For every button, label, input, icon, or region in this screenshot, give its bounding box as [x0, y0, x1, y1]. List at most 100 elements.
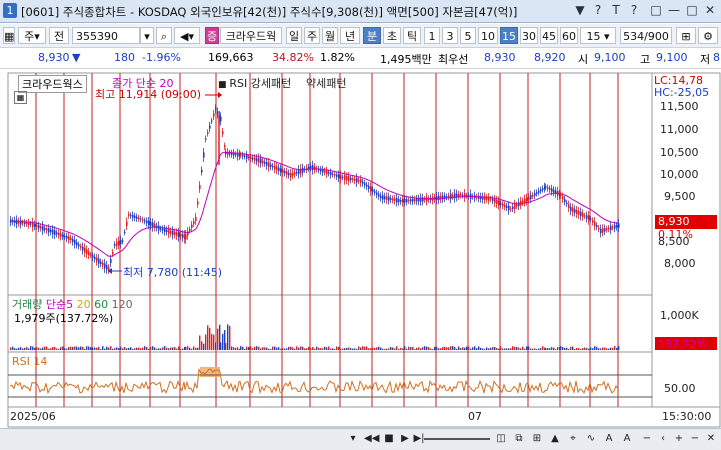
- legend-rsi-weak[interactable]: 약세패턴: [306, 75, 346, 91]
- interval-15[interactable]: 15: [500, 27, 518, 44]
- restore-icon[interactable]: □: [648, 3, 664, 18]
- volume-bar: [484, 348, 486, 350]
- legend-rsi-pattern[interactable]: ■ RSI 강세패턴: [218, 75, 291, 91]
- zoom-in-icon[interactable]: +: [672, 432, 686, 446]
- font-icon[interactable]: A: [602, 432, 616, 446]
- stop-icon[interactable]: ■: [382, 432, 396, 446]
- x-label-start: 2025/06: [10, 410, 56, 423]
- minus-icon[interactable]: −: [688, 432, 702, 446]
- candle-body: [172, 230, 174, 236]
- volume-bar: [229, 325, 231, 350]
- volume-bar: [182, 348, 184, 350]
- question-icon[interactable]: ?: [626, 3, 642, 18]
- market-select[interactable]: 주▾: [18, 27, 46, 44]
- candle-body: [26, 222, 28, 225]
- crosshair-icon[interactable]: ⊞: [530, 432, 544, 446]
- volume-bar: [328, 346, 330, 350]
- interval-10[interactable]: 10: [478, 27, 498, 44]
- market-value[interactable]: 전: [49, 27, 69, 44]
- legend-rsi[interactable]: RSI 14: [12, 355, 47, 368]
- interval-1[interactable]: 1: [424, 27, 440, 44]
- interval-30[interactable]: 30: [520, 27, 538, 44]
- calendar-icon[interactable]: ▦: [14, 91, 27, 104]
- trend-icon[interactable]: ∿: [584, 432, 598, 446]
- play-icon[interactable]: ▶: [398, 432, 412, 446]
- volume-bar: [422, 347, 424, 350]
- chart-canvas[interactable]: [0, 69, 721, 428]
- volume-bar: [540, 348, 542, 350]
- tab-year[interactable]: 년: [340, 27, 360, 44]
- volume-bar: [610, 347, 612, 350]
- fit-icon[interactable]: ◫: [494, 432, 508, 446]
- code-dropdown-icon[interactable]: ▾: [140, 27, 154, 44]
- candle-body: [618, 223, 620, 228]
- candle-body: [280, 168, 282, 173]
- tab-week[interactable]: 주: [304, 27, 320, 44]
- zoom-out-icon[interactable]: −: [640, 432, 654, 446]
- candle-body: [166, 229, 168, 233]
- candle-body: [342, 176, 344, 178]
- legend-stock-name[interactable]: 크라우드웍스: [18, 75, 87, 93]
- maximize-chart-icon[interactable]: ✕: [704, 432, 718, 446]
- tab-minute[interactable]: 분: [363, 27, 381, 44]
- candle-body: [286, 171, 288, 175]
- split-icon[interactable]: ⊞: [676, 27, 696, 44]
- zoom-slider[interactable]: [424, 438, 490, 440]
- interval-60[interactable]: 60: [560, 27, 578, 44]
- close-icon[interactable]: ✕: [702, 3, 718, 18]
- code-input[interactable]: 355390: [72, 27, 140, 44]
- rewind-icon[interactable]: ◀◀: [364, 432, 379, 446]
- candle-body: [104, 263, 106, 269]
- help-icon[interactable]: ?: [590, 3, 606, 18]
- volume-value-text: 1,979주(137.72%): [14, 312, 114, 325]
- interval-45[interactable]: 45: [540, 27, 558, 44]
- volume-bar: [602, 347, 604, 350]
- candle-body: [256, 158, 258, 162]
- volume-bar: [150, 346, 152, 350]
- volume-bar: [418, 347, 420, 350]
- grid-icon[interactable]: ▦: [3, 27, 15, 44]
- text-icon[interactable]: T: [608, 3, 624, 18]
- interval-combo[interactable]: 15 ▾: [580, 27, 616, 44]
- chart-area[interactable]: 크라우드웍스 종가 단순 20 ■ RSI 강세패턴 약세패턴 ▦ 최고 11,…: [0, 69, 721, 430]
- volume-bar: [178, 346, 180, 350]
- minimize-icon[interactable]: —: [666, 3, 682, 18]
- volume-bar: [86, 346, 88, 350]
- candle-body: [144, 220, 146, 222]
- volume-bar: [462, 347, 464, 350]
- scroll-left-icon[interactable]: ‹: [656, 432, 670, 446]
- settings-icon[interactable]: ⚙: [698, 27, 718, 44]
- change-amount: 180: [114, 51, 135, 64]
- tab-second[interactable]: 초: [383, 27, 401, 44]
- candle-body: [182, 234, 184, 238]
- tab-tick[interactable]: 틱: [403, 27, 421, 44]
- volume-bar: [30, 346, 32, 350]
- interval-5[interactable]: 5: [460, 27, 476, 44]
- volume-bar: [490, 347, 492, 350]
- tool-icon[interactable]: ⌖: [566, 432, 580, 446]
- volume-bar: [252, 348, 254, 350]
- copy-icon[interactable]: ⧉: [512, 432, 526, 446]
- volume-bar: [48, 348, 50, 350]
- volume-bar: [16, 348, 18, 350]
- stock-tag[interactable]: 증: [205, 27, 219, 44]
- volume-bar: [64, 348, 66, 350]
- tab-month[interactable]: 월: [322, 27, 338, 44]
- draw-icon[interactable]: ▲: [548, 432, 562, 446]
- volume-bar: [120, 346, 122, 350]
- volume-bar: [76, 346, 78, 350]
- speaker-icon[interactable]: ◀▾: [174, 27, 200, 44]
- interval-3[interactable]: 3: [442, 27, 458, 44]
- candle-body: [140, 218, 142, 220]
- tab-day[interactable]: 일: [286, 27, 302, 44]
- candle-body: [328, 172, 330, 174]
- candle-body: [588, 215, 590, 221]
- search-icon[interactable]: ⌕: [156, 27, 172, 44]
- price-info-row: 8,930 ▼ 180 -1.96% 169,663 34.82% 1.82% …: [0, 48, 721, 69]
- scroll-start-icon[interactable]: ▾: [346, 432, 360, 446]
- text-tool-icon[interactable]: A: [620, 432, 634, 446]
- candle-body: [24, 222, 26, 225]
- candle-body: [102, 262, 104, 266]
- maximize-icon[interactable]: □: [684, 3, 700, 18]
- dropdown-icon[interactable]: ▼: [572, 3, 588, 18]
